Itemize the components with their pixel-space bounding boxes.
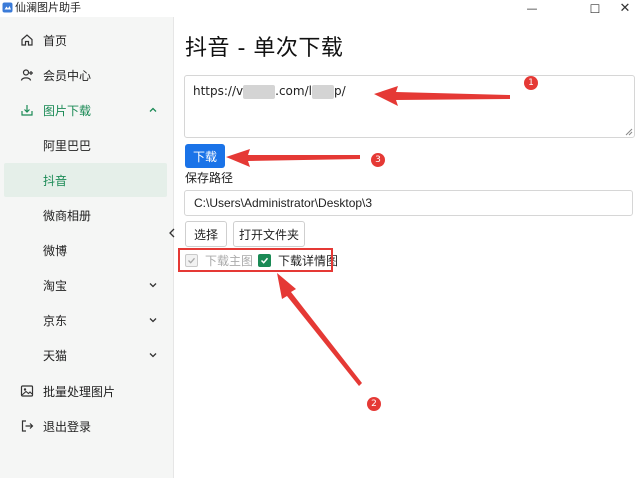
annotation-arrow-2 bbox=[277, 273, 362, 386]
annotation-arrow-3 bbox=[226, 149, 360, 167]
annotation-badge-3: 3 bbox=[371, 153, 385, 167]
annotation-badge-2: 2 bbox=[367, 397, 381, 411]
annotation-badge-1: 1 bbox=[524, 76, 538, 90]
annotation-arrow-1 bbox=[374, 86, 510, 106]
annotation-arrows bbox=[226, 86, 510, 386]
